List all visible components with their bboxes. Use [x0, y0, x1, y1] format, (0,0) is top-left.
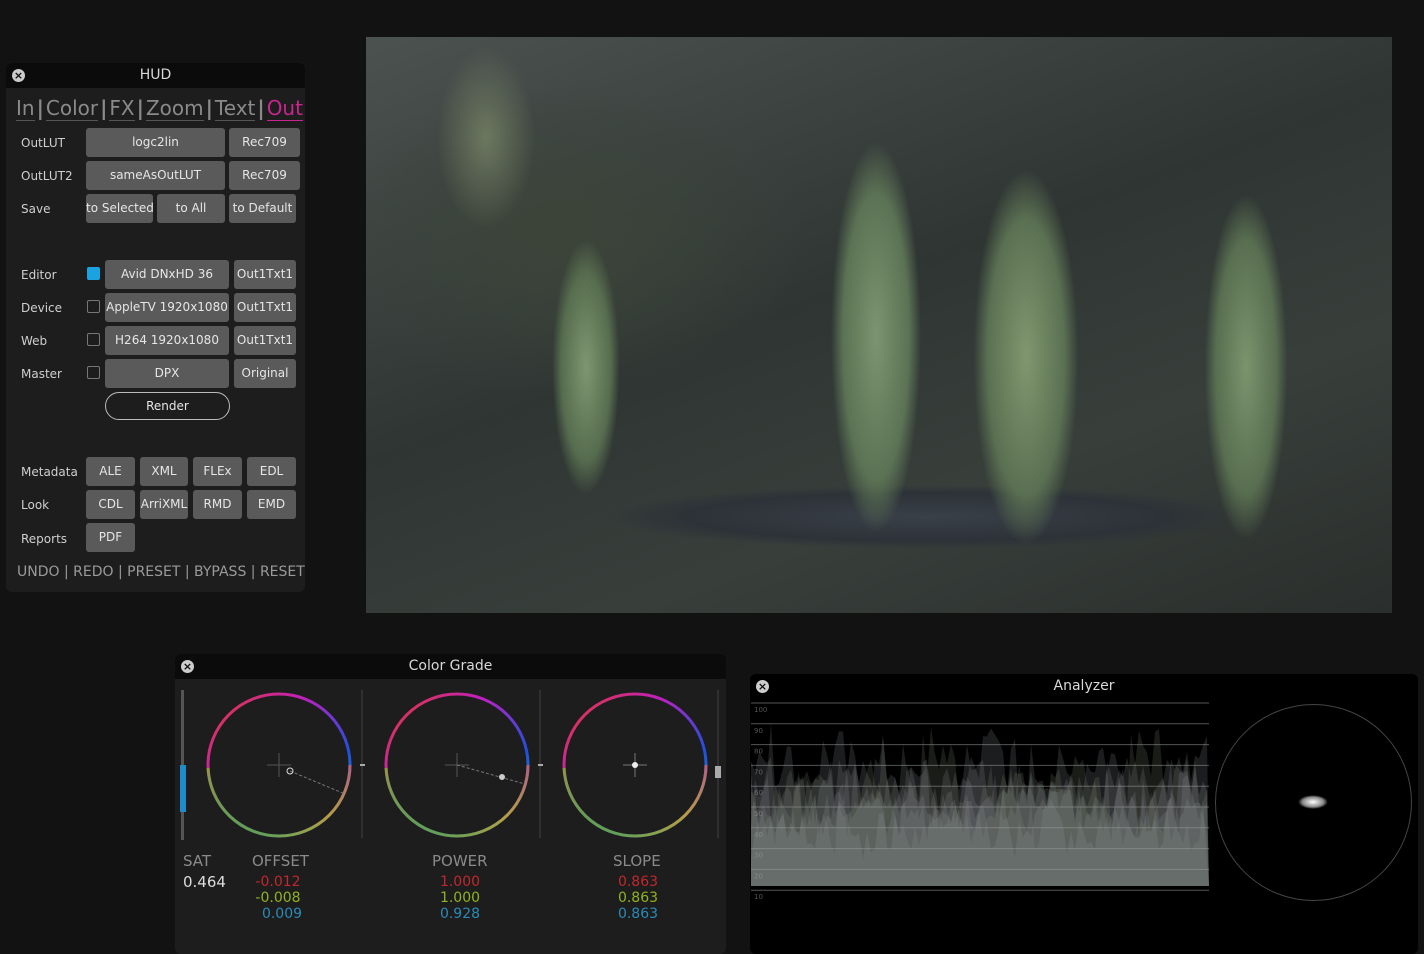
power-wheel — [384, 692, 530, 838]
web-format-button[interactable]: H264 1920x1080 — [105, 326, 229, 355]
outlut-colorspace-button[interactable]: Rec709 — [229, 128, 300, 157]
offset-label: OFFSET — [252, 852, 309, 870]
metadata-flex-button[interactable]: FLEx — [193, 457, 242, 486]
outlut-button[interactable]: logc2lin — [86, 128, 225, 157]
tab-text[interactable]: Text — [214, 96, 256, 121]
device-text-button[interactable]: Out1Txt1 — [234, 293, 296, 322]
power-red[interactable]: 1.000 — [430, 874, 490, 890]
look-label: Look — [21, 498, 50, 512]
editor-format-button[interactable]: Avid DNxHD 36 — [105, 260, 229, 289]
look-cdl-button[interactable]: CDL — [86, 490, 135, 519]
look-rmd-button[interactable]: RMD — [193, 490, 242, 519]
close-icon[interactable]: × — [12, 69, 25, 82]
power-blue[interactable]: 0.928 — [430, 906, 490, 922]
outlut-label: OutLUT — [21, 136, 65, 150]
hud-titlebar[interactable]: HUD — [6, 63, 305, 88]
sat-label: SAT — [183, 852, 212, 870]
slope-red[interactable]: 0.863 — [608, 874, 668, 890]
metadata-xml-button[interactable]: XML — [140, 457, 188, 486]
outlut2-colorspace-button[interactable]: Rec709 — [229, 161, 300, 190]
offset-red[interactable]: -0.012 — [248, 874, 308, 890]
metadata-edl-button[interactable]: EDL — [247, 457, 296, 486]
hud-tabs: In | Color | FX | Zoom | Text | Out — [16, 96, 303, 121]
slope-blue[interactable]: 0.863 — [608, 906, 668, 922]
render-button[interactable]: Render — [105, 392, 230, 420]
save-to-all-button[interactable]: to All — [157, 194, 225, 223]
device-format-button[interactable]: AppleTV 1920x1080 — [105, 293, 229, 322]
hud-footer-actions[interactable]: UNDO | REDO | PRESET | BYPASS | RESET — [17, 564, 305, 580]
device-label: Device — [21, 301, 63, 315]
master-label: Master — [21, 367, 62, 381]
tab-in[interactable]: In — [16, 96, 35, 121]
slope-green[interactable]: 0.863 — [608, 890, 668, 906]
master-text-button[interactable]: Original — [234, 359, 296, 388]
web-label: Web — [21, 334, 48, 348]
scope-tick-label: 10 — [754, 893, 763, 901]
editor-label: Editor — [21, 268, 57, 282]
scope-tick-label: 100 — [754, 706, 767, 714]
web-text-button[interactable]: Out1Txt1 — [234, 326, 296, 355]
tab-color[interactable]: Color — [45, 96, 99, 121]
sat-value[interactable]: 0.464 — [183, 873, 226, 891]
power-green[interactable]: 1.000 — [430, 890, 490, 906]
slope-label: SLOPE — [613, 852, 661, 870]
editor-checkbox[interactable] — [87, 267, 100, 280]
analyzer-panel: Analyzer × 100 90 80 70 60 50 40 30 20 10 — [750, 674, 1418, 954]
tab-out[interactable]: Out — [266, 96, 303, 121]
offset-green[interactable]: -0.008 — [248, 890, 308, 906]
save-to-selected-button[interactable]: to Selected — [86, 194, 153, 223]
master-checkbox[interactable] — [87, 366, 100, 379]
web-checkbox[interactable] — [87, 333, 100, 346]
tab-fx[interactable]: FX — [109, 96, 135, 121]
reports-pdf-button[interactable]: PDF — [86, 523, 135, 552]
master-format-button[interactable]: DPX — [105, 359, 229, 388]
editor-text-button[interactable]: Out1Txt1 — [234, 260, 296, 289]
tab-zoom[interactable]: Zoom — [145, 96, 204, 121]
outlut2-button[interactable]: sameAsOutLUT — [86, 161, 225, 190]
metadata-ale-button[interactable]: ALE — [86, 457, 135, 486]
device-checkbox[interactable] — [87, 300, 100, 313]
saturation-slider-fill — [180, 765, 186, 812]
reports-label: Reports — [21, 532, 68, 546]
look-arrixml-button[interactable]: ArriXML — [140, 490, 188, 519]
offset-wheel — [206, 692, 352, 838]
slope-slider-handle — [715, 766, 721, 778]
outlut2-label: OutLUT2 — [21, 169, 73, 183]
hud-title: HUD — [139, 67, 172, 83]
offset-blue[interactable]: 0.009 — [252, 906, 312, 922]
vectorscope — [1215, 704, 1412, 901]
save-to-default-button[interactable]: to Default — [229, 194, 296, 223]
look-emd-button[interactable]: EMD — [247, 490, 296, 519]
video-preview — [366, 37, 1392, 613]
scope-tick-label: 90 — [754, 727, 763, 735]
vectorscope-trace — [1298, 795, 1328, 809]
power-label: POWER — [432, 852, 488, 870]
metadata-label: Metadata — [21, 465, 78, 479]
save-label: Save — [21, 202, 51, 216]
slope-wheel — [562, 692, 708, 838]
